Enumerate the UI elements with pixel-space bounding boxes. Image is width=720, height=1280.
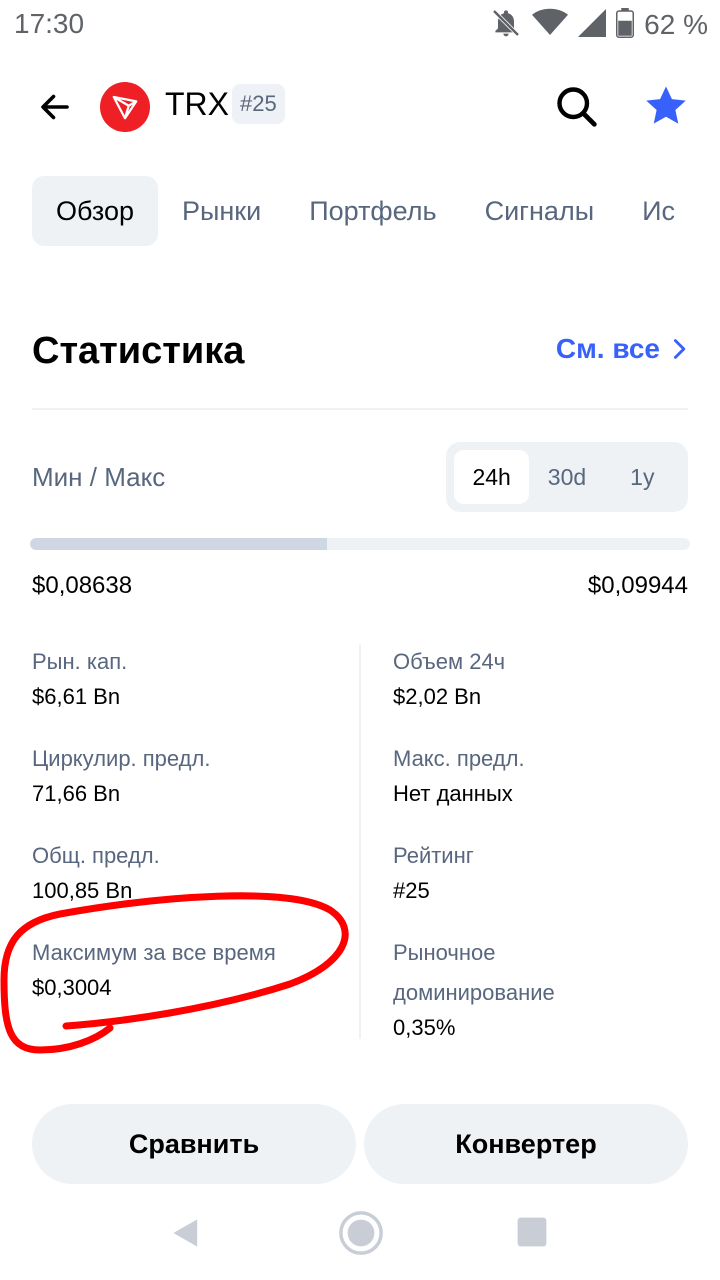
tab-markets[interactable]: Рынки — [158, 176, 285, 246]
stat-label: Рыночное доминирование — [393, 940, 555, 1005]
tab-signals[interactable]: Сигналы — [461, 176, 619, 246]
stat-total-supply: Общ. предл. 100,85 Bn — [32, 836, 342, 906]
compare-button[interactable]: Сравнить — [32, 1104, 356, 1184]
range-bar-fill — [30, 538, 327, 550]
tron-logo-icon — [100, 82, 150, 132]
stat-circulating-supply: Циркулир. предл. 71,66 Bn — [32, 739, 342, 809]
wifi-icon — [532, 8, 569, 43]
stat-max-supply: Макс. предл. Нет данных — [393, 739, 703, 809]
stat-label: Рейтинг — [393, 843, 474, 868]
stat-market-dominance: Рыночное доминирование 0,35% — [393, 933, 643, 1043]
search-button[interactable] — [550, 80, 602, 132]
signal-icon — [578, 8, 607, 43]
range-label: Мин / Макс — [32, 462, 166, 492]
stat-value: #25 — [393, 878, 430, 903]
stat-label: Макс. предл. — [393, 746, 525, 771]
stat-value: $0,3004 — [32, 975, 112, 1000]
tab-portfolio[interactable]: Портфель — [285, 176, 460, 246]
rank-badge: #25 — [232, 84, 285, 124]
range-bar — [30, 538, 690, 550]
nav-home-button[interactable] — [338, 1210, 384, 1261]
system-nav-bar — [0, 1196, 720, 1280]
tab-overview[interactable]: Обзор — [32, 176, 158, 246]
stat-value: $6,61 Bn — [32, 684, 121, 709]
coin-symbol: TRX — [165, 86, 229, 122]
status-icons: 62 % — [490, 6, 708, 44]
tab-bar: Обзор Рынки Портфель Сигналы Ис — [32, 176, 688, 246]
app-bar: TRX #25 — [0, 60, 720, 150]
stat-value: $2,02 Bn — [393, 684, 482, 709]
stat-value: 71,66 Bn — [32, 781, 121, 806]
stat-market-cap: Рын. кап. $6,61 Bn — [32, 642, 342, 712]
period-30d[interactable]: 30d — [529, 450, 604, 504]
nav-recents-icon — [517, 1217, 547, 1247]
section-divider — [32, 408, 688, 410]
stat-value: 100,85 Bn — [32, 878, 133, 903]
nav-back-icon — [173, 1219, 198, 1247]
nav-recents-button[interactable] — [516, 1216, 548, 1253]
see-all-label: См. все — [555, 333, 660, 364]
stat-label: Циркулир. предл. — [32, 746, 211, 771]
stats-column-divider — [359, 644, 361, 1039]
period-24h[interactable]: 24h — [454, 450, 530, 504]
tab-history[interactable]: Ис — [618, 176, 688, 246]
period-selector: 24h 30d 1y — [446, 442, 688, 512]
favorite-button[interactable] — [640, 80, 692, 132]
status-bar: 17:30 62 % — [0, 0, 720, 50]
see-all-link[interactable]: См. все — [556, 333, 688, 365]
back-arrow-icon — [41, 94, 69, 120]
battery-icon — [616, 7, 635, 43]
stat-rank: Рейтинг #25 — [393, 836, 703, 906]
status-time: 17:30 — [14, 8, 85, 39]
battery-percent: 62 % — [644, 9, 708, 40]
nav-home-icon — [339, 1211, 383, 1255]
star-icon — [646, 86, 686, 124]
stat-value: 0,35% — [393, 1015, 456, 1040]
stat-volume-24h: Объем 24ч $2,02 Bn — [393, 642, 703, 712]
converter-button[interactable]: Конвертер — [364, 1104, 688, 1184]
range-low-value: $0,08638 — [32, 572, 133, 599]
stat-value: Нет данных — [393, 781, 513, 806]
stat-label: Максимум за все время — [32, 940, 276, 965]
range-high-value: $0,09944 — [587, 572, 688, 599]
period-1y[interactable]: 1y — [605, 450, 680, 504]
stat-label: Общ. предл. — [32, 843, 160, 868]
bell-off-icon — [490, 7, 522, 44]
stat-label: Объем 24ч — [393, 649, 506, 674]
stat-all-time-high: Максимум за все время $0,3004 — [32, 933, 342, 1003]
chevron-right-icon — [673, 339, 686, 359]
stat-label: Рын. кап. — [32, 649, 128, 674]
statistics-title: Статистика — [32, 330, 245, 372]
nav-back-button[interactable] — [170, 1216, 204, 1255]
back-button[interactable] — [30, 82, 80, 132]
search-icon — [557, 87, 597, 127]
